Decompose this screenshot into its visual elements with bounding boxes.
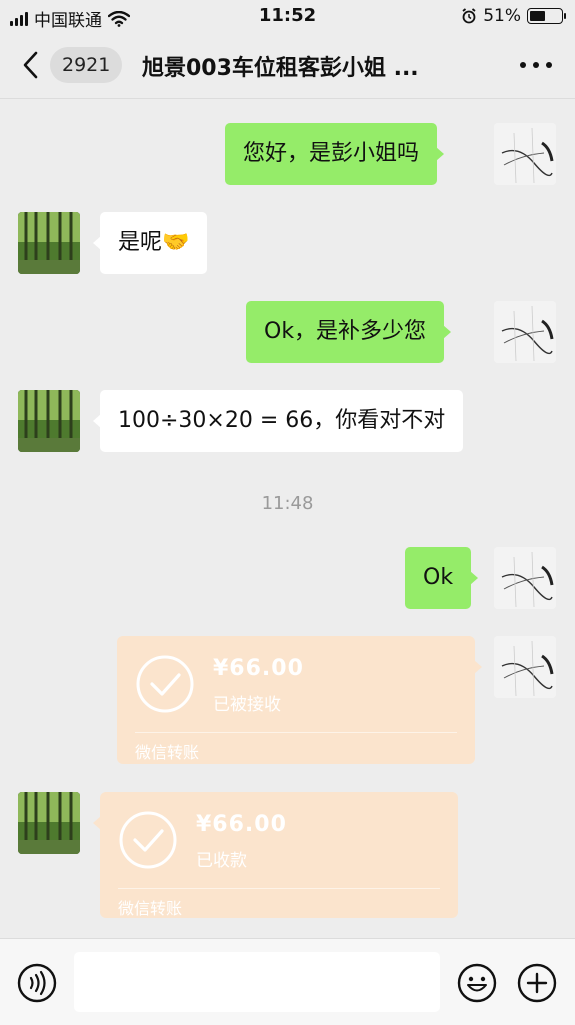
emoji-icon[interactable] [457,963,497,1003]
peer-avatar[interactable] [18,792,80,854]
check-circle-icon [136,655,194,713]
peer-avatar-image [18,390,80,452]
transfer-amount: ¥66.00 [196,812,287,837]
plus-icon[interactable] [517,963,557,1003]
unread-count-badge[interactable]: 2921 [50,47,123,83]
transfer-status: 已收款 [196,851,247,871]
status-bar: 中国联通 11:52 51% [0,0,575,32]
self-avatar[interactable] [494,636,556,698]
transfer-status: 已被接收 [213,695,281,715]
self-avatar-image [494,123,556,185]
back-chevron-icon[interactable] [18,48,48,82]
transfer-divider [118,888,440,889]
chat-timestamp: 11:48 [261,493,314,514]
message-input[interactable] [74,952,440,1012]
chat-title: 旭景003车位租客彭小姐 ... [142,56,419,81]
chat-input-bar [0,938,575,1025]
alarm-clock-icon [462,8,476,24]
message-bubble-peer[interactable]: 是呢🤝 [92,212,208,274]
transfer-footer: 微信转账 [118,899,183,918]
transfer-amount: ¥66.00 [213,656,304,681]
peer-avatar[interactable] [18,390,80,452]
more-options-icon[interactable] [519,60,553,70]
message-bubble-peer[interactable]: 100÷30×20 = 66，你看对不对 [92,390,464,452]
self-avatar[interactable] [494,301,556,363]
transfer-card-sent[interactable]: ¥66.00 已被接收 微信转账 [117,636,482,764]
self-avatar-image [494,547,556,609]
transfer-divider [135,732,457,733]
self-avatar[interactable] [494,547,556,609]
self-avatar[interactable] [494,123,556,185]
peer-avatar-image [18,212,80,274]
message-bubble-self[interactable]: Ok [405,547,479,609]
transfer-footer: 微信转账 [135,743,200,762]
message-bubble-self[interactable]: 您好，是彭小姐吗 [225,123,445,185]
self-avatar-image [494,636,556,698]
chat-header: 2921 旭景003车位租客彭小姐 ... [0,32,575,99]
voice-icon[interactable] [17,963,57,1003]
peer-avatar-image [18,792,80,854]
message-bubble-self[interactable]: Ok，是补多少您 [246,301,452,363]
status-right: 51% [461,6,566,26]
transfer-card-received[interactable]: ¥66.00 已收款 微信转账 [93,792,458,918]
battery-icon [527,8,566,24]
battery-percent: 51% [483,6,521,26]
peer-avatar[interactable] [18,212,80,274]
check-circle-icon [119,811,177,869]
self-avatar-image [494,301,556,363]
